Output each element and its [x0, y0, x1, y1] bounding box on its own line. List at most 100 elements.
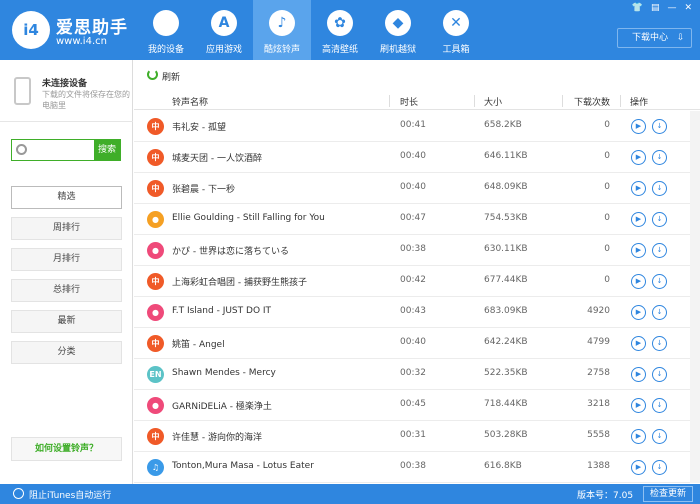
itunes-toggle-icon[interactable] [13, 488, 24, 499]
table-row[interactable]: 中张碧晨 - 下一秒 00:40 648.09KB 0 ▶ ↓ [134, 173, 700, 204]
column-divider[interactable] [620, 95, 621, 107]
download-icon[interactable]: ↓ [652, 367, 667, 382]
sidebar-item-total[interactable]: 总排行 [11, 279, 122, 302]
sidebar-item-weekly[interactable]: 周排行 [11, 217, 122, 240]
flower-icon: ✿ [327, 10, 353, 36]
scrollbar[interactable] [690, 111, 700, 483]
table-row[interactable]: 中城麦天团 - 一人饮酒醉 00:40 646.11KB 0 ▶ ↓ [134, 142, 700, 173]
refresh-icon[interactable] [147, 69, 158, 80]
column-divider[interactable] [562, 95, 563, 107]
col-header-name[interactable]: 铃声名称 [172, 95, 208, 108]
download-icon[interactable]: ↓ [652, 150, 667, 165]
play-icon[interactable]: ▶ [631, 150, 646, 165]
nav-ringtones[interactable]: ♪ 酷炫铃声 [253, 0, 311, 60]
nav-flash-jailbreak[interactable]: ◆ 刷机越狱 [369, 0, 427, 60]
block-itunes-label[interactable]: 阻止iTunes自动运行 [29, 488, 111, 501]
ringtone-name: Tonton,Mura Masa - Lotus Eater [172, 461, 314, 471]
ringtone-downloads: 3218 [587, 399, 610, 409]
download-icon[interactable]: ↓ [652, 336, 667, 351]
nav-label: 工具箱 [442, 45, 470, 55]
ringtone-downloads: 0 [604, 182, 610, 192]
table-row[interactable]: ♫ Tonton,Mura Masa - Lotus Eater 00:38 616.… [134, 452, 700, 483]
ringtone-type-icon: ● [147, 242, 164, 259]
play-icon[interactable]: ▶ [631, 429, 646, 444]
ringtone-downloads: 1388 [587, 461, 610, 471]
close-icon[interactable]: ✕ [684, 3, 692, 13]
download-icon[interactable]: ↓ [652, 274, 667, 289]
toolbar: 刷新 [134, 60, 700, 90]
table-row[interactable]: ● かぴ - 世界は恋に落ちている 00:38 630.11KB 0 ▶ ↓ [134, 235, 700, 266]
table-row[interactable]: ● Ellie Goulding - Still Falling for You 0… [134, 204, 700, 235]
search-input[interactable] [30, 142, 94, 158]
nav-toolbox[interactable]: ✕ 工具箱 [427, 0, 485, 60]
nav-my-device[interactable]: 我的设备 [137, 0, 195, 60]
device-panel: 未连接设备 下载的文件将保存在您的电脑里 [0, 60, 133, 122]
play-icon[interactable]: ▶ [631, 181, 646, 196]
ringtone-type-icon: 中 [147, 428, 164, 445]
column-divider[interactable] [474, 95, 475, 107]
ringtone-size: 677.44KB [484, 275, 528, 285]
sidebar-item-monthly[interactable]: 月排行 [11, 248, 122, 271]
ringtone-list-panel: 刷新 铃声名称 时长 大小 下载次数 操作 中韦礼安 - 孤望 00:41 658.… [134, 60, 700, 484]
table-row[interactable]: EN Shawn Mendes - Mercy 00:32 522.35KB 2758 ▶… [134, 359, 700, 390]
play-icon[interactable]: ▶ [631, 243, 646, 258]
download-icon[interactable]: ↓ [652, 429, 667, 444]
ringtone-duration: 00:42 [400, 275, 426, 285]
sidebar-item-featured[interactable]: 精选 [11, 186, 122, 209]
download-icon[interactable]: ↓ [652, 243, 667, 258]
play-icon[interactable]: ▶ [631, 274, 646, 289]
ringtone-type-icon: 中 [147, 180, 164, 197]
search-button[interactable]: 搜索 [94, 140, 120, 160]
sidebar-menu: 精选 周排行 月排行 总排行 最新 分类 [11, 186, 122, 372]
play-icon[interactable]: ▶ [631, 460, 646, 475]
window-controls: 👕 ▤ — ✕ [632, 3, 692, 13]
ringtone-size: 503.28KB [484, 430, 528, 440]
apple-icon [153, 10, 179, 36]
play-icon[interactable]: ▶ [631, 119, 646, 134]
nav-apps-games[interactable]: A 应用游戏 [195, 0, 253, 60]
app-url: www.i4.cn [56, 36, 107, 47]
table-row[interactable]: 中姚笛 - Angel 00:40 642.24KB 4799 ▶ ↓ [134, 328, 700, 359]
menu-icon[interactable]: ▤ [651, 3, 660, 13]
howto-ringtone-link[interactable]: 如何设置铃声？ [11, 437, 122, 461]
skin-icon[interactable]: 👕 [632, 3, 643, 13]
play-icon[interactable]: ▶ [631, 336, 646, 351]
ringtone-duration: 00:47 [400, 213, 426, 223]
ringtone-duration: 00:38 [400, 461, 426, 471]
col-header-size[interactable]: 大小 [484, 95, 502, 108]
minimize-icon[interactable]: — [667, 3, 676, 13]
table-row[interactable]: ● GARNiDELiA - 極楽浄土 00:45 718.44KB 3218 ▶ ↓ [134, 390, 700, 421]
table-row[interactable]: 中许佳慧 - 游向你的海洋 00:31 503.28KB 5558 ▶ ↓ [134, 421, 700, 452]
ringtone-duration: 00:43 [400, 306, 426, 316]
refresh-button[interactable]: 刷新 [162, 70, 180, 83]
table-row[interactable]: 中韦礼安 - 孤望 00:41 658.2KB 0 ▶ ↓ [134, 111, 700, 142]
col-header-duration[interactable]: 时长 [400, 95, 418, 108]
play-icon[interactable]: ▶ [631, 367, 646, 382]
download-icon[interactable]: ↓ [652, 398, 667, 413]
ringtone-type-icon: 中 [147, 149, 164, 166]
download-center-button[interactable]: 下载中心 ⇩ [617, 28, 692, 48]
play-icon[interactable]: ▶ [631, 212, 646, 227]
check-update-button[interactable]: 检查更新 [643, 486, 693, 502]
status-bar: 阻止iTunes自动运行 版本号：7.05 检查更新 [0, 484, 700, 504]
download-icon[interactable]: ↓ [652, 119, 667, 134]
col-header-downloads[interactable]: 下载次数 [574, 95, 610, 108]
ringtone-downloads: 4920 [587, 306, 610, 316]
sidebar: 未连接设备 下载的文件将保存在您的电脑里 搜索 精选 周排行 月排行 总排行 最… [0, 60, 133, 484]
table-row[interactable]: ● F.T Island - JUST DO IT 00:43 683.09KB 492… [134, 297, 700, 328]
sidebar-item-category[interactable]: 分类 [11, 341, 122, 364]
nav-wallpapers[interactable]: ✿ 高清壁纸 [311, 0, 369, 60]
main-nav: 我的设备 A 应用游戏 ♪ 酷炫铃声 ✿ 高清壁纸 ◆ 刷机越狱 ✕ 工具箱 [137, 0, 485, 60]
ringtone-downloads: 4799 [587, 337, 610, 347]
ringtone-duration: 00:38 [400, 244, 426, 254]
download-icon[interactable]: ↓ [652, 305, 667, 320]
play-icon[interactable]: ▶ [631, 305, 646, 320]
download-icon[interactable]: ↓ [652, 460, 667, 475]
table-row[interactable]: 中上海彩虹合唱团 - 捕获野生熊孩子 00:42 677.44KB 0 ▶ ↓ [134, 266, 700, 297]
download-icon[interactable]: ↓ [652, 212, 667, 227]
download-icon[interactable]: ↓ [652, 181, 667, 196]
ringtone-size: 522.35KB [484, 368, 528, 378]
column-divider[interactable] [389, 95, 390, 107]
sidebar-item-latest[interactable]: 最新 [11, 310, 122, 333]
play-icon[interactable]: ▶ [631, 398, 646, 413]
